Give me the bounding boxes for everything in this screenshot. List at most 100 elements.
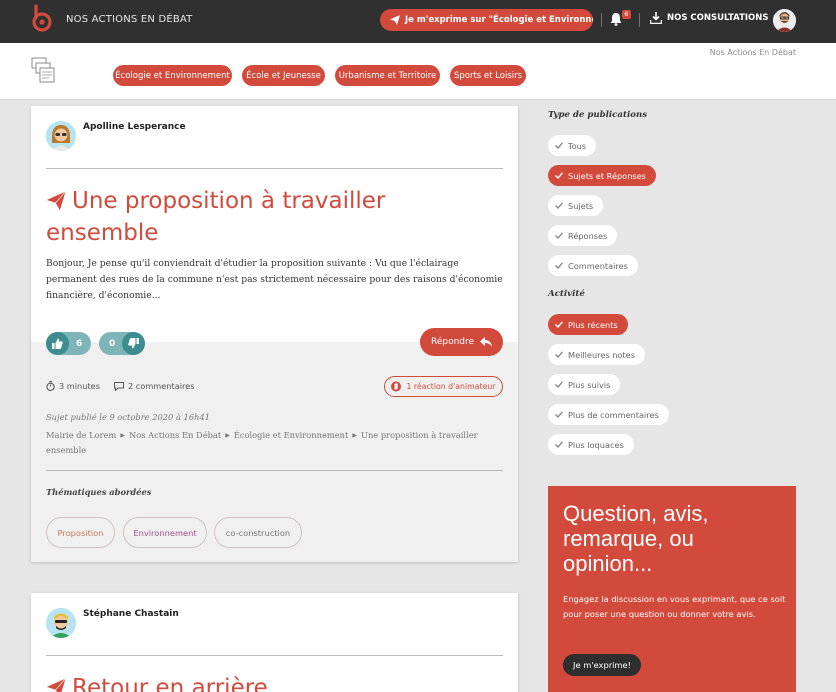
dislike-button[interactable]: 0 [99,332,145,355]
post-card: Apolline Lesperance Une proposition à tr… [31,106,518,562]
consultations-menu[interactable]: NOS CONSULTATIONS ▼ [650,12,779,24]
read-time: 3 minutes [46,381,100,391]
sort-chip-label: Plus suivis [568,379,611,390]
comments-label: 2 commentaires [128,381,195,391]
breadcrumb-item[interactable]: Nos Actions En Débat [129,430,221,440]
logo-icon[interactable] [30,4,54,34]
author-name[interactable]: Apolline Lesperance [83,122,186,132]
check-icon [555,202,563,210]
check-icon [555,441,563,449]
divider [46,168,503,169]
read-time-label: 3 minutes [59,381,100,391]
divider [639,13,640,27]
thumbs-up-icon [46,332,69,355]
sort-chip-plus-loquaces[interactable]: Plus loquaces [548,434,634,455]
like-count: 6 [76,338,83,349]
sort-chip-plus-suivis[interactable]: Plus suivis [548,374,621,395]
paper-plane-icon [46,191,66,211]
filter-chip-reponses[interactable]: Réponses [548,225,618,246]
filter-chip-commentaires[interactable]: Commentaires [548,255,638,276]
category-chip-ecologie[interactable]: Écologie et Environnement [113,65,232,86]
call-to-action-panel: Question, avis, remarque, ou opinion... … [548,486,796,692]
express-button[interactable]: Je m'exprime! [563,654,641,676]
sort-chip-label: Meilleures notes [568,349,635,360]
paper-plane-icon [46,678,66,692]
like-button[interactable]: 6 [46,332,91,355]
divider [46,470,503,471]
cta-title: Question, avis, remarque, ou opinion... [563,501,709,576]
filter-chip-sujets[interactable]: Sujets [548,195,604,216]
check-icon [555,411,563,419]
brand-name[interactable]: NOS ACTIONS EN DÉBAT [66,14,193,25]
check-icon [555,232,563,240]
consultations-label: NOS CONSULTATIONS [667,13,769,23]
category-chip-ecole[interactable]: École et Jeunesse [242,65,325,86]
filter-chip-label: Réponses [568,230,608,241]
filter-chip-label: Sujets [568,200,594,211]
sort-chip-label: Plus loquaces [568,439,624,450]
reply-arrow-icon [480,337,493,347]
dislike-count: 0 [109,338,116,349]
post-title-text: Retour en arrière [72,675,268,692]
post-title[interactable]: Une proposition à travailler ensemble [46,185,486,249]
user-avatar[interactable] [773,9,796,32]
express-opinion-button[interactable]: Je m'exprime sur "Écologie et Environnem… [380,9,593,31]
publish-date: Sujet publié le 9 octobre 2020 à 16h41 [46,412,211,422]
post-card: Stéphane Chastain Retour en arrière [31,593,518,692]
publication-type-heading: Type de publications [548,110,648,120]
check-icon [555,381,563,389]
top-navigation-bar: NOS ACTIONS EN DÉBAT Je m'exprime sur "É… [0,0,836,43]
consultation-logo-icon[interactable] [31,57,57,85]
post-title[interactable]: Retour en arrière [46,672,486,692]
comment-icon [114,381,124,391]
author-avatar[interactable] [46,608,76,638]
breadcrumb-item[interactable]: Mairie de Lorem [46,430,116,440]
reply-button[interactable]: Répondre [420,328,503,356]
animator-reaction-badge[interactable]: 1 réaction d'animateur [384,376,503,397]
sort-chip-meilleures-notes[interactable]: Meilleures notes [548,344,645,365]
tag-co-construction[interactable]: co-construction [214,517,302,548]
category-bar: Nos Actions En Débat Écologie et Environ… [0,43,836,100]
check-icon [555,142,563,150]
themes-heading: Thématiques abordées [46,487,152,497]
paper-plane-icon [390,15,400,25]
filter-chip-sujets-et-reponses[interactable]: Sujets et Réponses [548,165,656,186]
sort-chip-plus-recents[interactable]: Plus récents [548,314,628,335]
triangle-right-icon: ▶ [352,432,357,439]
activity-heading: Activité [548,289,585,299]
author-avatar[interactable] [46,121,76,151]
download-icon [650,12,662,24]
post-breadcrumb: Mairie de Lorem ▶ Nos Actions En Débat ▶ Éco… [46,428,503,457]
tag-proposition[interactable]: Proposition [46,517,115,548]
divider [601,13,602,27]
tag-environnement[interactable]: Environnement [123,517,207,548]
bell-icon[interactable] [610,12,622,26]
express-opinion-label: Je m'exprime sur "Écologie et Environnem… [405,15,593,25]
check-icon [555,262,563,270]
stopwatch-icon [46,381,55,391]
notification-count-badge: 6 [622,10,631,19]
filter-chip-label: Commentaires [568,260,628,271]
cta-description: Engagez la discussion en vous exprimant,… [563,594,786,619]
post-excerpt: Bonjour, Je pense qu'il conviendrait d'é… [46,258,503,301]
sort-chip-label: Plus récents [568,319,618,330]
divider [46,655,503,656]
category-chip-sports[interactable]: Sports et Loisirs [450,65,526,86]
check-icon [555,172,563,180]
breadcrumb-item[interactable]: Écologie et Environnement [234,430,349,440]
post-title-text: Une proposition à travailler ensemble [46,188,386,246]
filter-chip-tous[interactable]: Tous [548,135,597,156]
hand-icon [391,381,402,392]
sort-chip-plus-de-commentaires[interactable]: Plus de commentaires [548,404,669,425]
breadcrumb[interactable]: Nos Actions En Débat [710,48,796,57]
category-chip-urbanisme[interactable]: Urbanisme et Territoire [335,65,440,86]
check-icon [555,351,563,359]
sort-chip-label: Plus de commentaires [568,409,659,420]
check-icon [555,321,563,329]
filter-chip-label: Sujets et Réponses [568,170,646,181]
reply-label: Répondre [430,337,475,347]
triangle-right-icon: ▶ [120,432,125,439]
author-name[interactable]: Stéphane Chastain [83,609,179,619]
filter-chip-label: Tous [568,140,587,151]
comments-count[interactable]: 2 commentaires [114,381,195,391]
